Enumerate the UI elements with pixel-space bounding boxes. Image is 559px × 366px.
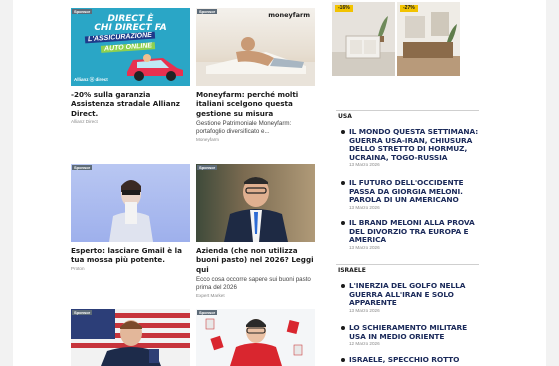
furniture-icon xyxy=(332,2,395,76)
sponsored-card-allianz[interactable]: Sponsor DIRECT È CHI DIRECT FA L'ASSICUR… xyxy=(71,8,190,125)
card-title[interactable]: Azienda (che non utilizza buoni pasto) n… xyxy=(196,246,315,274)
ad-logo-moneyfarm: moneyfarm xyxy=(268,11,310,19)
ad-image-moneyfarm[interactable]: Sponsor moneyfarm xyxy=(196,8,315,86)
news-item[interactable]: IL MONDO QUESTA SETTIMANA: GUERRA USA-IR… xyxy=(340,127,480,168)
section-divider xyxy=(336,110,479,111)
ad-headline-3: L'ASSICURAZIONE xyxy=(84,31,156,44)
news-item[interactable]: IL BRAND MELONI ALLA PROVA DEL DIVORZIO … xyxy=(340,218,480,251)
ad-image-passport[interactable]: Sponsor xyxy=(71,309,190,366)
ad-headline-2: CHI DIRECT FA xyxy=(94,23,167,33)
news-title[interactable]: IL MONDO QUESTA SETTIMANA: GUERRA USA-IR… xyxy=(349,127,478,162)
shopper-icon xyxy=(205,318,303,366)
bullet-icon xyxy=(341,181,345,185)
news-date: 12 Marzo 2026 xyxy=(349,341,380,347)
page: Sponsor DIRECT È CHI DIRECT FA L'ASSICUR… xyxy=(13,0,546,366)
bullet-icon xyxy=(341,130,345,134)
card-title[interactable]: Moneyfarm: perché molti italiani scelgon… xyxy=(196,90,315,118)
card-source: Moneyfarm xyxy=(196,137,219,143)
sponsor-badge: Sponsor xyxy=(72,9,93,14)
side-ad-product-1[interactable]: -16% xyxy=(332,2,395,76)
person-icon xyxy=(109,180,153,242)
ad-image-expert-market[interactable]: Sponsor xyxy=(196,164,315,242)
flag-person-icon xyxy=(71,309,190,366)
room-icon xyxy=(397,2,460,76)
sponsor-badge: Sponsor xyxy=(197,9,218,14)
section-divider xyxy=(336,264,479,265)
news-date: 13 Marzo 2026 xyxy=(349,307,380,313)
sponsored-card-moneyfarm[interactable]: Sponsor moneyfarm Moneyfarm: perché molt… xyxy=(196,8,315,143)
news-date: 13 Marzo 2026 xyxy=(349,162,380,168)
card-source: Allianz Direct xyxy=(71,119,98,125)
sponsored-card-passport[interactable]: Sponsor xyxy=(71,309,190,366)
card-source: Proton xyxy=(71,265,85,271)
ad-image-allianz[interactable]: Sponsor DIRECT È CHI DIRECT FA L'ASSICUR… xyxy=(71,8,190,86)
sponsor-badge: Sponsor xyxy=(72,310,93,315)
news-item[interactable]: ISRAELE, SPECCHIO ROTTO xyxy=(340,355,480,365)
discount-badge: -27% xyxy=(400,5,418,12)
news-title[interactable]: IL BRAND MELONI ALLA PROVA DEL DIVORZIO … xyxy=(349,218,475,244)
news-title[interactable]: ISRAELE, SPECCHIO ROTTO xyxy=(349,355,459,364)
news-item[interactable]: L'INERZIA DEL GOLFO NELLA GUERRA ALL'IRA… xyxy=(340,281,480,314)
bullet-icon xyxy=(341,221,345,225)
ad-image-shopping[interactable]: Sponsor xyxy=(196,309,315,366)
news-item[interactable]: IL FUTURO DELL'OCCIDENTE PASSA DA GIORGI… xyxy=(340,178,480,211)
ad-image-proton[interactable]: Sponsor xyxy=(71,164,190,242)
sponsored-card-expert-market[interactable]: Sponsor Azienda (che non utilizza buoni … xyxy=(196,164,315,299)
news-item[interactable]: LO SCHIERAMENTO MILITARE USA IN MEDIO OR… xyxy=(340,323,480,347)
card-title[interactable]: -20% sulla garanzia Assistenza stradale … xyxy=(71,90,190,118)
car-icon xyxy=(127,54,183,81)
section-label-usa[interactable]: USA xyxy=(338,113,352,120)
news-title[interactable]: LO SCHIERAMENTO MILITARE USA IN MEDIO OR… xyxy=(349,323,467,341)
card-source: Expert Market xyxy=(196,293,225,299)
card-description: Gestione Patrimoniale Moneyfarm: portafo… xyxy=(196,120,292,136)
discount-badge: -16% xyxy=(335,5,353,12)
ad-logo-allianz: Allianz ⓐ direct xyxy=(74,77,108,82)
card-description: Ecco cosa occorre sapere sui buoni pasto… xyxy=(196,276,311,292)
side-ad-product-2[interactable]: -27% xyxy=(397,2,460,76)
sponsored-card-shopping[interactable]: Sponsor xyxy=(196,309,315,366)
bullet-icon xyxy=(341,358,345,362)
news-title[interactable]: IL FUTURO DELL'OCCIDENTE PASSA DA GIORGI… xyxy=(349,178,464,204)
bullet-icon xyxy=(341,326,345,330)
news-date: 13 Marzo 2026 xyxy=(349,204,380,210)
sponsored-card-proton[interactable]: Sponsor Esperto: lasciare Gmail è la tua… xyxy=(71,164,190,272)
section-label-israele[interactable]: ISRAELE xyxy=(338,267,366,274)
news-date: 13 Marzo 2026 xyxy=(349,244,380,250)
sponsor-badge: Sponsor xyxy=(197,310,218,315)
card-title[interactable]: Esperto: lasciare Gmail è la tua mossa p… xyxy=(71,246,190,265)
relaxing-person-icon xyxy=(196,37,315,86)
bullet-icon xyxy=(341,284,345,288)
news-title[interactable]: L'INERZIA DEL GOLFO NELLA GUERRA ALL'IRA… xyxy=(349,281,465,307)
businessman-icon xyxy=(224,177,288,242)
